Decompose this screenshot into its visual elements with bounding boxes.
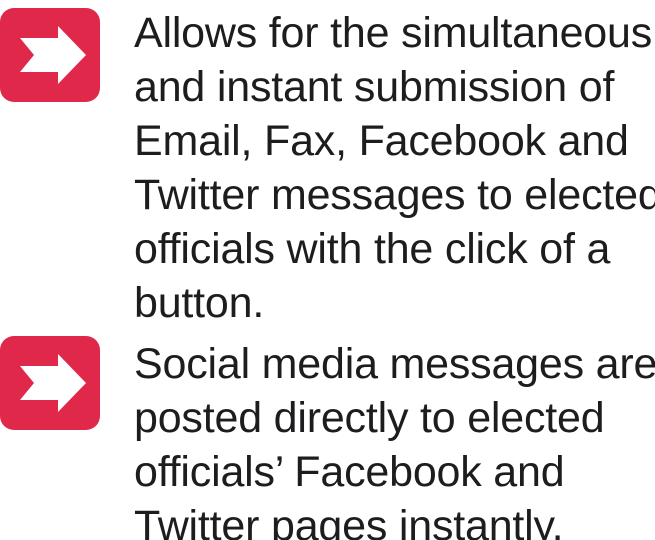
bullet-line: officials with the click of a [134, 225, 611, 273]
bullet-text: Social media messages are posted directl… [134, 337, 655, 540]
bullet-line: and instant submission of [134, 63, 615, 111]
bullet-line: posted directly to elected [134, 394, 605, 442]
feature-bullet-list: Allows for the simultaneous and instant … [0, 0, 655, 540]
arrow-right-icon [0, 336, 100, 430]
arrow-right-icon [0, 8, 100, 102]
bullet-line: Email, Fax, Facebook and [134, 117, 629, 165]
bullet-line: button. [134, 279, 265, 327]
bullet-line: Allows for the simultaneous [134, 9, 653, 57]
bullet-line: Social media messages are [134, 340, 655, 388]
bullet-line: Twitter pages instantly. [134, 502, 564, 540]
bullet-line: officials’ Facebook and [134, 448, 565, 496]
bullet-text: Allows for the simultaneous and instant … [134, 6, 655, 330]
bullet-line: Twitter messages to elected [134, 171, 655, 219]
